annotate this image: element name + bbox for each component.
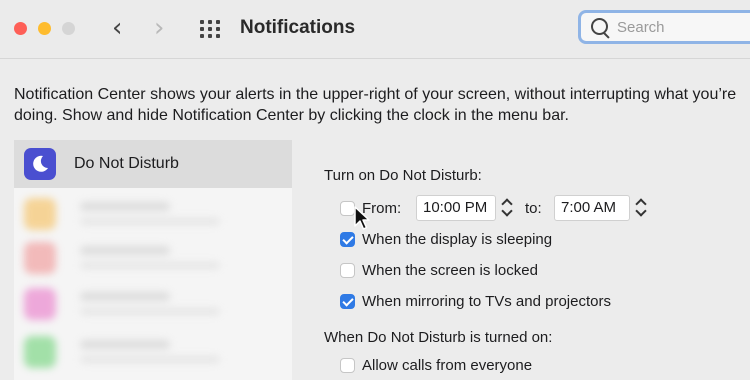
title-bar: ‹ › Notifications Search [0, 0, 750, 59]
zoom-window-button[interactable] [62, 22, 75, 35]
list-item-blurred[interactable] [24, 334, 284, 374]
blurred-text [80, 292, 170, 301]
schedule-checkbox[interactable] [340, 201, 355, 216]
list-item-blurred[interactable] [24, 196, 284, 236]
description-line-1: Notification Center shows your alerts in… [14, 86, 737, 103]
screen-locked-checkbox[interactable] [340, 263, 355, 278]
app-list: Do Not Disturb [14, 140, 292, 380]
to-time-field[interactable]: 7:00 AM [554, 195, 630, 221]
dnd-settings-pane: Turn on Do Not Disturb: From: 10:00 PM t… [300, 132, 750, 375]
stepper-down-icon[interactable] [635, 205, 647, 217]
allow-calls-checkbox[interactable] [340, 358, 355, 373]
show-all-grid-icon[interactable] [200, 20, 222, 38]
app-icon [24, 198, 56, 230]
app-icon [24, 336, 56, 368]
stepper-down-icon[interactable] [501, 205, 513, 217]
description-text: Notification Center shows your alerts in… [14, 84, 750, 126]
moon-icon [24, 148, 56, 180]
allow-calls-label: Allow calls from everyone [362, 357, 533, 374]
app-icon [24, 242, 56, 274]
mirroring-checkbox[interactable] [340, 294, 355, 309]
back-arrow-icon[interactable]: ‹ [112, 14, 122, 42]
list-item-label: Do Not Disturb [74, 155, 179, 172]
from-time-stepper[interactable] [501, 196, 514, 220]
display-sleeping-checkbox[interactable] [340, 232, 355, 247]
list-item-do-not-disturb[interactable]: Do Not Disturb [14, 140, 292, 188]
blurred-text [80, 356, 220, 363]
screen-locked-label: When the screen is locked [362, 262, 538, 279]
from-time-field[interactable]: 10:00 PM [416, 195, 496, 221]
search-placeholder: Search [617, 19, 665, 36]
list-item-blurred[interactable] [24, 286, 284, 326]
search-field[interactable]: Search [578, 10, 750, 44]
search-icon-handle [603, 32, 610, 39]
mouse-pointer-icon [354, 206, 370, 237]
mirroring-label: When mirroring to TVs and projectors [362, 293, 611, 310]
blurred-text [80, 202, 170, 211]
forward-arrow-icon[interactable]: › [154, 14, 164, 42]
blurred-text [80, 340, 170, 349]
blurred-text [80, 246, 170, 255]
to-time-stepper[interactable] [635, 196, 648, 220]
blurred-text [80, 262, 220, 269]
minimize-window-button[interactable] [38, 22, 51, 35]
turn-on-dnd-label: Turn on Do Not Disturb: [324, 167, 482, 184]
close-window-button[interactable] [14, 22, 27, 35]
list-item-blurred[interactable] [24, 240, 284, 280]
when-dnd-on-label: When Do Not Disturb is turned on: [324, 329, 553, 346]
app-icon [24, 288, 56, 320]
blurred-text [80, 308, 220, 315]
blurred-text [80, 218, 220, 225]
description-line-2: doing. Show and hide Notification Center… [14, 107, 569, 124]
display-sleeping-label: When the display is sleeping [362, 231, 553, 248]
window-title: Notifications [240, 17, 356, 38]
to-label: to: [525, 200, 542, 217]
